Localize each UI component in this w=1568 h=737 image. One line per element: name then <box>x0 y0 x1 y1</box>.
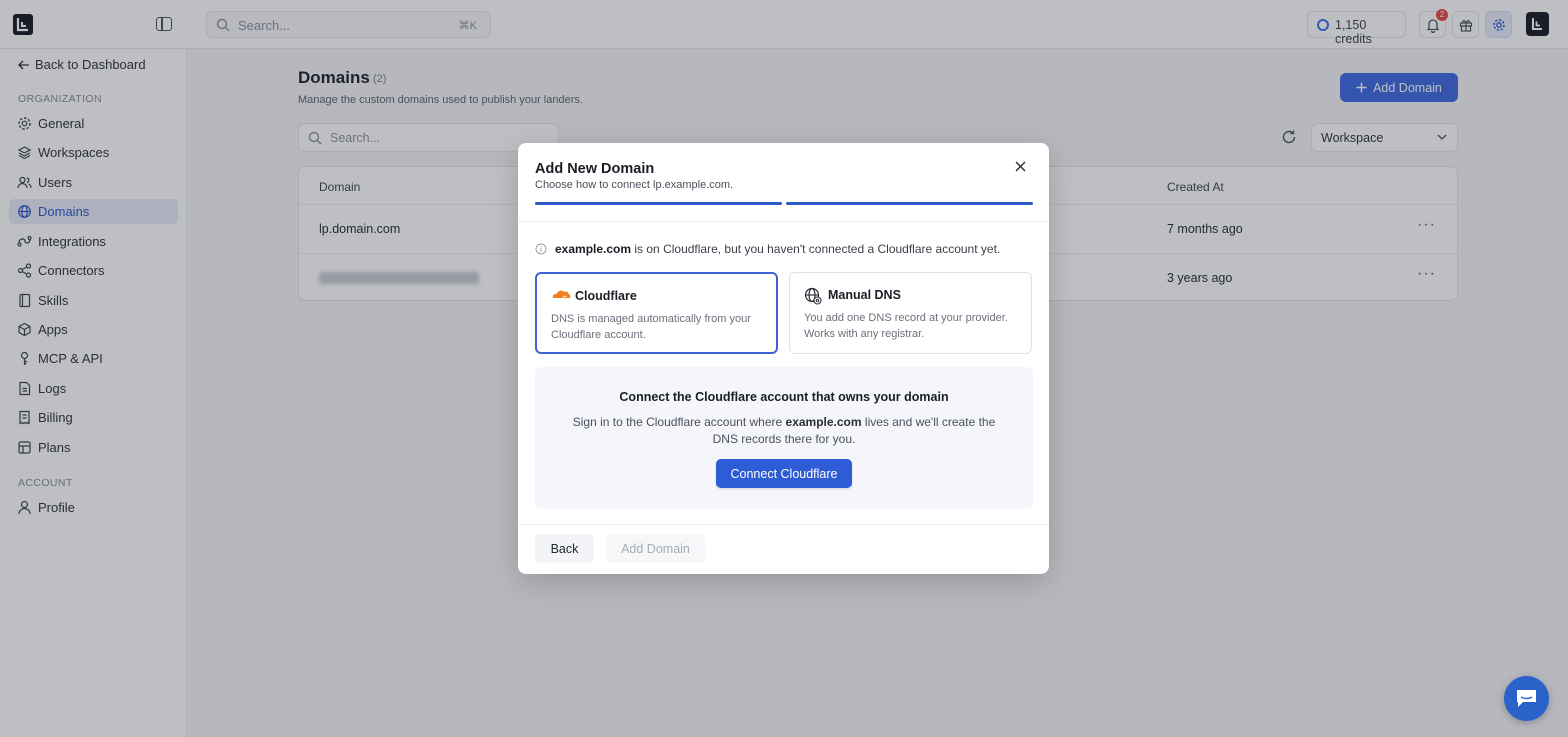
notice-domain: example.com <box>555 242 632 256</box>
panel-desc-prefix: Sign in to the Cloudflare account where <box>572 415 786 429</box>
support-chat-button[interactable] <box>1504 676 1549 721</box>
option-title: Cloudflare <box>575 289 637 303</box>
notice-text: is on Cloudflare, but you haven't connec… <box>631 242 1001 256</box>
option-cloudflare[interactable]: Cloudflare DNS is managed automatically … <box>535 272 778 354</box>
close-icon[interactable] <box>1015 161 1026 172</box>
dialog-subtitle: Choose how to connect lp.example.com. <box>535 179 734 191</box>
panel-title: Connect the Cloudflare account that owns… <box>619 390 949 404</box>
option-description: DNS is managed automatically from your C… <box>551 313 751 341</box>
step-indicator-1 <box>535 202 782 205</box>
dialog-header-divider <box>518 221 1049 222</box>
step-indicator-2 <box>786 202 1033 205</box>
panel-desc-domain: example.com <box>785 415 862 429</box>
panel-description: Sign in to the Cloudflare account where … <box>565 414 1003 448</box>
dialog-footer-divider <box>518 524 1049 525</box>
option-title: Manual DNS <box>828 288 901 302</box>
dialog-title: Add New Domain <box>535 161 655 177</box>
connect-cloudflare-panel: Connect the Cloudflare account that owns… <box>535 367 1033 509</box>
option-manual-dns[interactable]: Manual DNS You add one DNS record at you… <box>789 272 1032 354</box>
back-button[interactable]: Back <box>535 534 594 563</box>
chat-icon <box>1517 690 1536 707</box>
add-domain-submit-button[interactable]: Add Domain <box>606 534 705 563</box>
cloudflare-notice: example.com is on Cloudflare, but you ha… <box>535 242 1000 256</box>
cloudflare-cloud-icon <box>552 290 571 299</box>
connect-cloudflare-button[interactable]: Connect Cloudflare <box>716 459 852 488</box>
globe-gear-icon <box>804 287 822 305</box>
info-icon <box>535 243 547 255</box>
option-description: You add one DNS record at your provider.… <box>804 312 1008 340</box>
add-domain-dialog: Add New Domain Choose how to connect lp.… <box>518 143 1049 574</box>
